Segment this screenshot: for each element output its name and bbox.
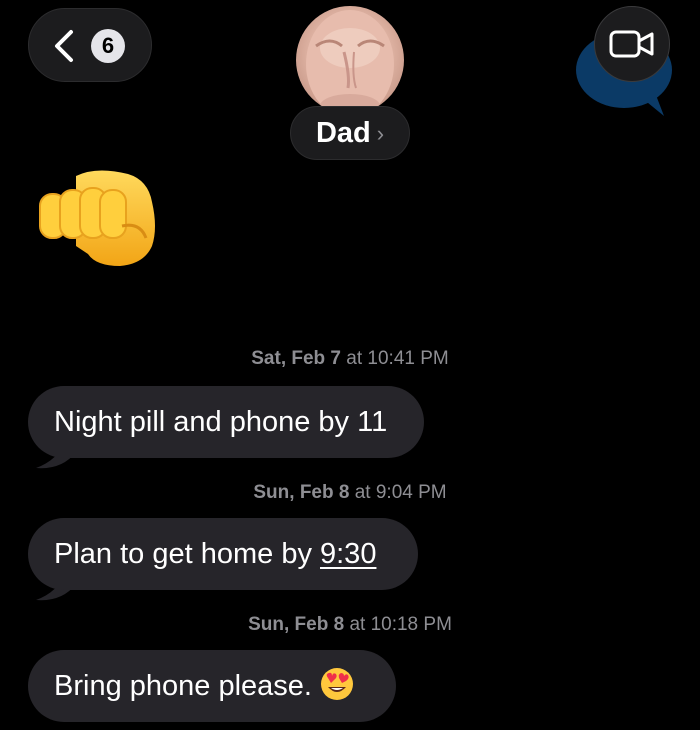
unread-count-badge: 6 [91, 29, 125, 63]
message-timestamp: Sat, Feb 7 at 10:41 PM [251, 348, 449, 369]
contact-name-button[interactable]: Dad › [290, 106, 410, 160]
message-timestamp: Sun, Feb 8 at 9:04 PM [253, 482, 447, 503]
incoming-message-bubble[interactable]: Bring phone please. [28, 650, 396, 722]
video-call-button[interactable] [594, 6, 670, 82]
contact-name: Dad [315, 116, 371, 149]
heart-eyes-emoji [320, 668, 353, 701]
chevron-right-icon: › [376, 121, 385, 146]
message-timestamp: Sun, Feb 8 at 10:18 PM [248, 614, 452, 635]
incoming-message-bubble[interactable]: Night pill and phone by 11 [28, 386, 424, 458]
message-text: Bring phone please. [54, 670, 312, 702]
video-camera-icon [609, 30, 654, 58]
contact-avatar[interactable] [296, 6, 404, 114]
chevron-left-icon [55, 30, 73, 62]
message-text: Plan to get home by [54, 538, 320, 570]
incoming-message-bubble[interactable]: Plan to get home by 9:30 [28, 518, 418, 590]
message-text: Night pill and phone by 11 [54, 406, 388, 438]
time-link[interactable]: 9:30 [320, 538, 376, 570]
back-button[interactable]: 6 [28, 8, 152, 82]
avatar-photo [306, 10, 394, 114]
oncoming-fist-emoji[interactable] [36, 166, 160, 270]
